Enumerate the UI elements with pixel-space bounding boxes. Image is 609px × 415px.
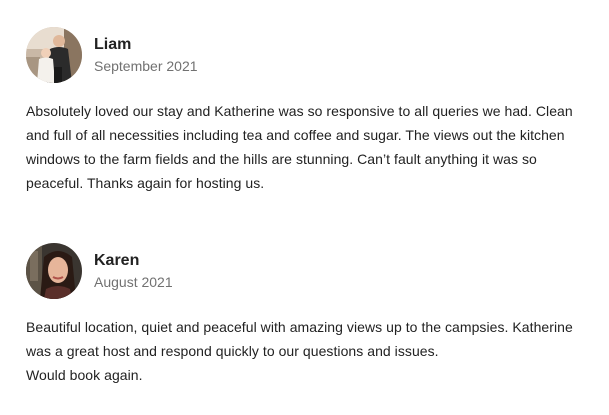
review-header: Liam September 2021 (26, 27, 596, 83)
review-item: Karen August 2021 Beautiful location, qu… (26, 243, 596, 387)
review-text-line: was a great host and respond quickly to … (26, 343, 439, 359)
review-date: August 2021 (94, 273, 173, 290)
review-text-line: peaceful. Thanks again for hosting us. (26, 175, 265, 191)
user-photo-icon (26, 27, 82, 83)
reviewer-meta: Liam September 2021 (94, 35, 198, 76)
review-text-line: windows to the farm fields and the hills… (26, 151, 537, 167)
review-text: Beautiful location, quiet and peaceful w… (26, 315, 596, 387)
avatar[interactable] (26, 243, 82, 299)
review-text-line: and full of all necessities including te… (26, 127, 565, 143)
review-item: Liam September 2021 Absolutely loved our… (26, 27, 596, 195)
review-text-line: Would book again. (26, 367, 143, 383)
review-text: Absolutely loved our stay and Katherine … (26, 99, 596, 195)
review-date: September 2021 (94, 57, 198, 74)
avatar[interactable] (26, 27, 82, 83)
review-header: Karen August 2021 (26, 243, 596, 299)
reviewer-name: Liam (94, 35, 132, 53)
review-text-line: Absolutely loved our stay and Katherine … (26, 103, 573, 119)
user-photo-icon (26, 243, 82, 299)
review-text-line: Beautiful location, quiet and peaceful w… (26, 319, 573, 335)
reviewer-meta: Karen August 2021 (94, 251, 173, 292)
reviewer-name: Karen (94, 251, 140, 269)
